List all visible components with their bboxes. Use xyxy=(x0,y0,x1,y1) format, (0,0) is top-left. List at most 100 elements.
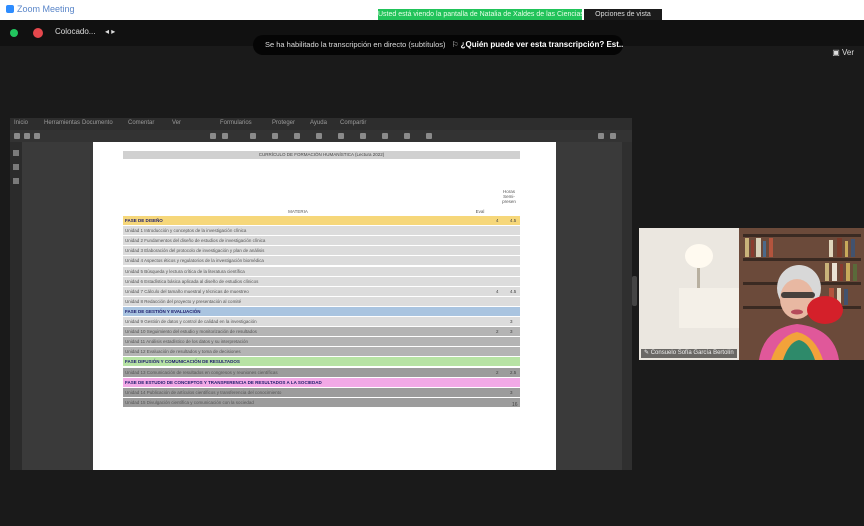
row-text: FASE DIFUSIÓN Y COMUNICACIÓN DE RESULTAD… xyxy=(125,359,240,365)
left-sidebar xyxy=(10,142,22,470)
participant-label[interactable]: Colocado... xyxy=(55,27,95,36)
row-text: FASE DE ESTUDIO DE CONCEPTOS Y TRANSFERE… xyxy=(125,379,322,385)
print-icon[interactable] xyxy=(34,133,40,139)
sign-icon[interactable] xyxy=(426,133,432,139)
thumbnails-icon[interactable] xyxy=(13,150,19,156)
more-icon[interactable] xyxy=(610,133,616,139)
table-row: Unidad 15 Divulgación científica y comun… xyxy=(123,397,520,407)
row-text: Unidad 12 Evaluación de resultados y tom… xyxy=(125,349,241,355)
row-text: Unidad 10 Seguimiento del estudio y moni… xyxy=(125,329,257,335)
viewer-menu-bar: Inicio Herramientas Documento Comentar V… xyxy=(10,118,632,130)
row-hours-value: 3 xyxy=(510,389,513,395)
hand-tool-icon[interactable] xyxy=(294,133,300,139)
row-hours-value: 3 xyxy=(510,319,513,324)
table-row: Unidad 8 Redacción del proyecto y presen… xyxy=(123,296,520,306)
share-icon[interactable] xyxy=(598,133,604,139)
participant-name-text: Consuelo Sofía García Bertolín xyxy=(650,350,734,356)
menu-item[interactable]: Documento xyxy=(82,120,113,126)
row-text: Unidad 13 Comunicación de resultados en … xyxy=(125,369,278,375)
rotate-icon[interactable] xyxy=(250,133,256,139)
stamp-icon[interactable] xyxy=(404,133,410,139)
table-row: Unidad 9 Gestión de datos y control de c… xyxy=(123,317,520,327)
row-text: Unidad 11 Análisis estadístico de los da… xyxy=(125,339,248,345)
transcription-notice-text: Se ha habilitado la transcripción en dir… xyxy=(265,40,446,49)
app-title: Zoom Meeting xyxy=(6,4,75,14)
total-hours: 16 xyxy=(512,402,518,408)
document-page: CURRÍCULO DE FORMACIÓN HUMANÍSTICA (Lect… xyxy=(93,142,556,470)
select-icon[interactable] xyxy=(272,133,278,139)
bookmarks-icon[interactable] xyxy=(13,164,19,170)
home-icon[interactable] xyxy=(14,133,20,139)
row-text: Unidad 1 Introducción y conceptos de la … xyxy=(125,228,247,234)
row-text: FASE DE DISEÑO xyxy=(125,218,163,223)
phase-row: FASE DIFUSIÓN Y COMUNICACIÓN DE RESULTAD… xyxy=(123,357,520,367)
row-text: Unidad 15 Divulgación científica y comun… xyxy=(125,399,254,405)
menu-item[interactable]: Comentar xyxy=(128,120,154,126)
view-options-button[interactable]: Opciones de vista xyxy=(584,9,662,20)
save-icon[interactable] xyxy=(24,133,30,139)
view-button-label: Ver xyxy=(841,48,854,57)
row-eval-value: 2 xyxy=(496,369,499,375)
row-text: Unidad 6 Estadística básica aplicada al … xyxy=(125,278,259,284)
menu-item[interactable]: Ver xyxy=(172,120,181,126)
transcription-question-link[interactable]: ¿Quién puede ver esta transcripción? Est… xyxy=(461,40,623,49)
menu-item[interactable]: Compartir xyxy=(340,120,366,126)
participant-name-label: ✎ Consuelo Sofía García Bertolín xyxy=(641,349,737,358)
viewer-toolbar xyxy=(10,130,632,142)
live-transcription-notice: Se ha habilitado la transcripción en dir… xyxy=(253,35,623,55)
table-row: Unidad 6 Estadística básica aplicada al … xyxy=(123,276,520,286)
table-row: Unidad 3 Elaboración del protocolo de in… xyxy=(123,246,520,256)
table-row: Unidad 13 Comunicación de resultados en … xyxy=(123,367,520,377)
row-text: Unidad 2 Fundamentos del diseño de estud… xyxy=(125,238,266,244)
panel-resize-handle[interactable] xyxy=(632,276,637,306)
phase-row: FASE DE ESTUDIO DE CONCEPTOS Y TRANSFERE… xyxy=(123,377,520,387)
comment-icon[interactable] xyxy=(316,133,322,139)
row-text: Unidad 3 Elaboración del protocolo de in… xyxy=(125,248,265,254)
menu-item[interactable]: Proteger xyxy=(272,120,295,126)
menu-item[interactable]: Ayuda xyxy=(310,120,327,126)
row-text: Unidad 8 Redacción del proyecto y presen… xyxy=(125,298,242,304)
column-header-horas: Horas Semi-presen xyxy=(502,189,516,204)
view-button[interactable]: ▣ Ver xyxy=(832,48,854,57)
menu-item[interactable]: Inicio xyxy=(14,120,28,126)
participant-video-frame xyxy=(639,228,864,360)
right-sidebar[interactable] xyxy=(622,142,632,470)
row-hours-value: 4.5 xyxy=(510,288,517,294)
draw-icon[interactable] xyxy=(360,133,366,139)
row-text: Unidad 14 Publicación de artículos cient… xyxy=(125,389,282,395)
row-eval-value: 2 xyxy=(496,329,499,335)
zoom-in-icon[interactable] xyxy=(222,133,228,139)
menu-item[interactable]: Herramientas xyxy=(44,120,80,126)
table-row: Unidad 7 Cálculo del tamaño muestral y t… xyxy=(123,286,520,296)
highlight-icon[interactable] xyxy=(338,133,344,139)
table-row: Unidad 4 Aspectos éticos y regulatorios … xyxy=(123,256,520,266)
phase-row: FASE DE GESTIÓN Y EVALUACIÓN xyxy=(123,306,520,316)
row-hours-value: 2.5 xyxy=(510,369,517,375)
row-eval-value: 4 xyxy=(496,288,499,294)
title-bar: Zoom Meeting Usted está viendo la pantal… xyxy=(0,0,864,20)
menu-item[interactable]: Formularios xyxy=(220,120,252,126)
attachments-icon[interactable] xyxy=(13,178,19,184)
column-header-materia: MATERIA xyxy=(288,209,308,214)
mic-muted-icon: ✎ xyxy=(644,350,651,356)
fullscreen-icon[interactable]: ◂ ▸ xyxy=(105,27,115,36)
app-title-text: Zoom Meeting xyxy=(17,4,75,14)
document-title: CURRÍCULO DE FORMACIÓN HUMANÍSTICA (Lect… xyxy=(123,151,520,159)
row-text: Unidad 4 Aspectos éticos y regulatorios … xyxy=(125,258,264,264)
table-row: Unidad 1 Introducción y conceptos de la … xyxy=(123,226,520,236)
table-row: Unidad 12 Evaluación de resultados y tom… xyxy=(123,347,520,357)
security-shield-icon[interactable] xyxy=(10,29,18,37)
person-icon: ⚐ xyxy=(451,40,459,49)
shared-screen-pdf-viewer: Inicio Herramientas Documento Comentar V… xyxy=(10,118,632,470)
participant-video-tile[interactable]: ✎ Consuelo Sofía García Bertolín xyxy=(639,228,864,360)
table-row: Unidad 10 Seguimiento del estudio y moni… xyxy=(123,327,520,337)
zoom-out-icon[interactable] xyxy=(210,133,216,139)
table-row: Unidad 2 Fundamentos del diseño de estud… xyxy=(123,236,520,246)
table-row: Unidad 11 Análisis estadístico de los da… xyxy=(123,337,520,347)
row-text: Unidad 7 Cálculo del tamaño muestral y t… xyxy=(125,288,249,294)
recording-icon[interactable] xyxy=(33,28,43,38)
table-row: Unidad 5 Búsqueda y lectura crítica de l… xyxy=(123,266,520,276)
text-icon[interactable] xyxy=(382,133,388,139)
row-text: Unidad 9 Gestión de datos y control de c… xyxy=(125,319,257,324)
column-header-eval: Eval xyxy=(475,209,485,214)
